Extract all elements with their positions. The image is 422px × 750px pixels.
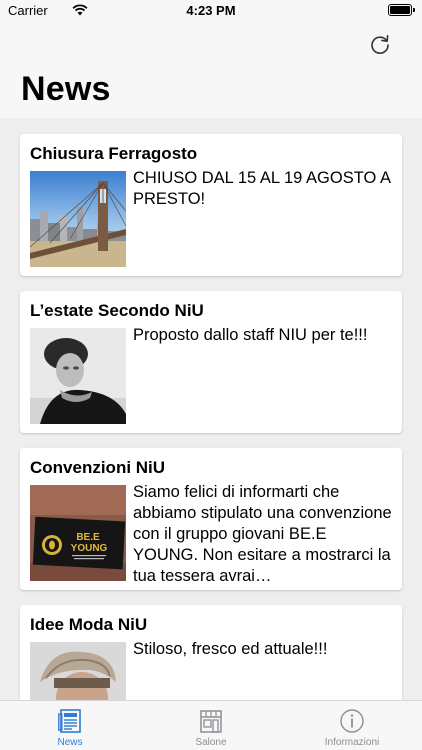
bridge-city-photo	[30, 171, 126, 267]
refresh-icon[interactable]	[368, 32, 392, 56]
news-card[interactable]: Idee Moda NiU Stiloso, fresco ed attuale…	[20, 605, 402, 700]
storefront-icon	[200, 710, 222, 733]
hairstyle-photo	[30, 642, 126, 700]
tab-informazioni[interactable]: Informazioni	[282, 701, 422, 750]
info-icon	[340, 709, 364, 733]
news-card-title: L’estate Secondo NiU	[30, 301, 204, 320]
battery-icon	[388, 4, 415, 16]
tab-salone-label: Salone	[195, 737, 227, 748]
nav-header: News	[0, 22, 422, 118]
news-card-text: Stiloso, fresco ed attuale!!!	[133, 640, 328, 658]
news-card-title: Idee Moda NiU	[30, 615, 148, 634]
news-card-text: CHIUSO DAL 15 AL 19 AGOSTO A PRESTO!	[133, 169, 391, 208]
news-card-text: Proposto dallo staff NIU per te!!!	[133, 326, 368, 344]
news-card-title: Convenzioni NiU	[30, 458, 166, 477]
portrait-bw-photo	[30, 328, 126, 424]
tab-informazioni-label: Informazioni	[324, 737, 380, 748]
news-card[interactable]: Convenzioni NiU BE.E YOUNG Siamo felici …	[20, 448, 402, 590]
bee-young-card-photo: BE.E YOUNG	[30, 485, 126, 581]
status-time: 4:23 PM	[186, 3, 236, 18]
tab-salone[interactable]: Salone	[141, 701, 281, 750]
bee-card-brand: BE.E	[76, 532, 100, 543]
tab-news[interactable]: News	[0, 701, 140, 750]
news-feed[interactable]: Chiusura Ferragosto CHIUSO DAL 15 AL 19 …	[0, 118, 422, 700]
news-card-title: Chiusura Ferragosto	[30, 144, 198, 163]
tab-bar: News Salone Informazioni	[0, 700, 422, 750]
news-card[interactable]: Chiusura Ferragosto CHIUSO DAL 15 AL 19 …	[20, 134, 402, 276]
page-title: News	[21, 70, 111, 108]
bee-card-line2: YOUNG	[71, 543, 108, 554]
news-card-text: Siamo felici di informarti che abbiamo s…	[133, 483, 392, 585]
status-bar: Carrier 4:23 PM	[0, 0, 422, 22]
tab-news-label: News	[57, 737, 83, 748]
newspaper-icon	[58, 709, 81, 733]
news-card[interactable]: L’estate Secondo NiU Proposto dallo staf…	[20, 291, 402, 433]
